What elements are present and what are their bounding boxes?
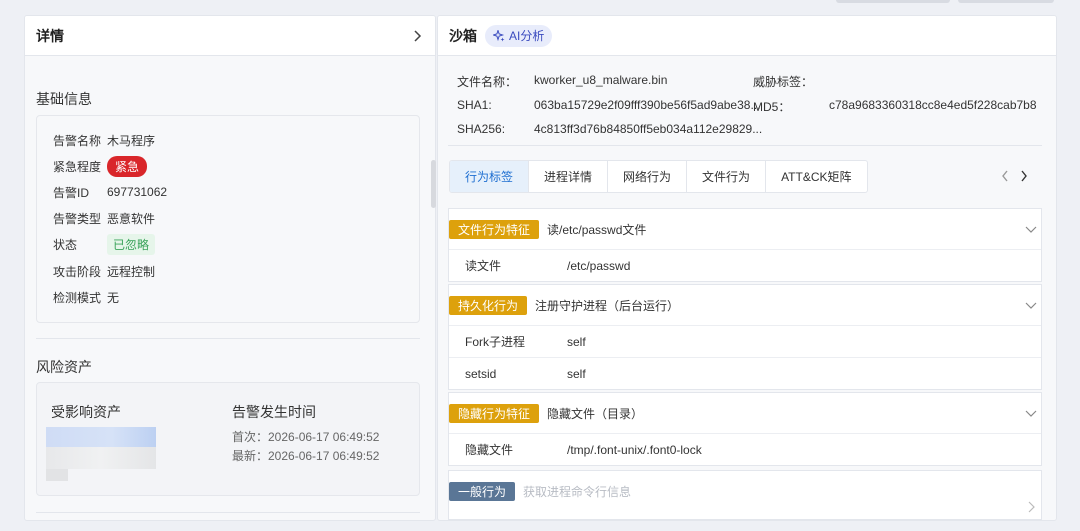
behavior-row: Fork子进程 self	[449, 325, 1041, 357]
behavior-group-title: 注册守护进程（后台运行）	[535, 298, 680, 313]
meta-divider	[448, 145, 1042, 146]
info-key: 紧急程度	[53, 159, 102, 174]
top-button-2[interactable]	[958, 0, 1054, 3]
info-key: 告警ID	[53, 185, 90, 200]
sha256-key: SHA256:	[457, 122, 506, 136]
md5-key: MD5：	[753, 100, 791, 114]
risk-assets-title: 风险资产	[36, 359, 92, 375]
tab-file-behavior[interactable]: 文件行为	[687, 161, 767, 192]
chevron-right-icon[interactable]	[410, 29, 424, 43]
info-value: 木马程序	[107, 133, 156, 148]
sandbox-title: 沙箱	[449, 27, 477, 44]
behavior-group: 一般行为 获取进程命令行信息	[448, 470, 1042, 520]
sandbox-panel: 沙箱 AI分析 文件名称： kworker_u8_malware.bin 威胁标…	[437, 15, 1057, 521]
chevron-left-icon[interactable]	[998, 168, 1012, 184]
behavior-group: 持久化行为 注册守护进程（后台运行） Fork子进程 self setsid s…	[448, 284, 1042, 390]
behavior-group: 隐藏行为特征 隐藏文件（目录） 隐藏文件 /tmp/.font-unix/.fo…	[448, 392, 1042, 466]
sha1-value: 063ba15729e2f09fff390be56f5ad9abe38...	[534, 98, 761, 112]
behavior-group-header[interactable]: 一般行为 获取进程命令行信息	[449, 471, 1041, 513]
detail-panel: 详情 基础信息 告警名称 木马程序 紧急程度 紧急 告警ID 697731062…	[24, 15, 436, 521]
behavior-row: setsid self	[449, 357, 1041, 389]
sandbox-header: 沙箱 AI分析	[438, 16, 1056, 56]
sha1-key: SHA1:	[457, 98, 492, 112]
tab-attck-matrix[interactable]: ATT&CK矩阵	[766, 161, 866, 192]
info-value: 无	[107, 290, 120, 305]
status-badge: 已忽略	[107, 233, 156, 255]
filename-value: kworker_u8_malware.bin	[534, 73, 668, 87]
latest-seen-time: 最新：2026-06-17 06:49:52	[232, 449, 380, 463]
info-row-alert-type: 告警类型 恶意软件	[53, 208, 155, 228]
chevron-down-icon[interactable]	[1025, 223, 1037, 235]
sandbox-tabs: 行为标签 进程详情 网络行为 文件行为 ATT&CK矩阵	[449, 160, 868, 193]
detail-title: 详情	[36, 27, 64, 44]
info-key: 告警类型	[53, 211, 102, 226]
behavior-row-value: self	[567, 366, 586, 381]
info-row-detect-mode: 检测模式 无	[53, 287, 119, 307]
redacted-asset-image	[46, 469, 68, 481]
behavior-tag: 一般行为	[449, 481, 516, 501]
threat-tags-key: 威胁标签：	[753, 75, 814, 89]
behavior-row-key: Fork子进程	[465, 335, 526, 349]
behavior-row: 隐藏文件 /tmp/.font-unix/.font0-lock	[449, 433, 1041, 465]
redacted-asset-image	[46, 427, 156, 447]
behavior-tag: 持久化行为	[449, 295, 528, 315]
section-divider	[36, 338, 420, 339]
top-button-1[interactable]	[836, 0, 950, 3]
chevron-right-icon[interactable]	[1017, 168, 1031, 184]
detail-header: 详情	[25, 16, 435, 56]
info-row-urgency: 紧急程度 紧急	[53, 155, 148, 177]
behavior-group-header[interactable]: 隐藏行为特征 隐藏文件（目录）	[449, 393, 1041, 433]
chevron-down-icon[interactable]	[1025, 299, 1037, 311]
basic-info-title: 基础信息	[36, 91, 92, 107]
left-scrollbar[interactable]	[431, 160, 436, 208]
behavior-group: 文件行为特征 读/etc/passwd文件 读文件 /etc/passwd	[448, 208, 1042, 282]
tab-network-behavior[interactable]: 网络行为	[608, 161, 688, 192]
md5-value: c78a9683360318cc8e4ed5f228cab7b8	[829, 98, 1037, 112]
risk-asset-card: 受影响资产 告警发生时间 首次：2026-06-17 06:49:52 最新：2…	[36, 382, 420, 496]
behavior-row-key: 读文件	[465, 259, 502, 273]
behavior-row: 读文件 /etc/passwd	[449, 249, 1041, 281]
behavior-row-key: setsid	[465, 366, 497, 381]
alert-time-label: 告警发生时间	[232, 404, 316, 420]
behavior-group-header[interactable]: 文件行为特征 读/etc/passwd文件	[449, 209, 1041, 249]
behavior-row-value: /etc/passwd	[567, 258, 631, 273]
info-value: 697731062	[107, 185, 168, 199]
section-divider	[36, 512, 420, 513]
info-key: 攻击阶段	[53, 264, 102, 279]
sha256-value: 4c813ff3d76b84850ff5eb034a112e29829...	[534, 122, 763, 136]
affected-assets-label: 受影响资产	[51, 404, 121, 420]
info-row-alert-name: 告警名称 木马程序	[53, 130, 155, 150]
behavior-group-title: 隐藏文件（目录）	[547, 406, 644, 421]
tab-process-details[interactable]: 进程详情	[529, 161, 609, 192]
urgency-badge: 紧急	[107, 155, 148, 177]
behavior-row-key: 隐藏文件	[465, 443, 514, 457]
ai-analysis-label: AI分析	[509, 29, 545, 43]
info-row-alert-id: 告警ID 697731062	[53, 182, 167, 202]
behavior-tag: 隐藏行为特征	[449, 403, 540, 423]
sparkle-icon	[493, 29, 505, 41]
first-seen-time: 首次：2026-06-17 06:49:52	[232, 430, 380, 444]
behavior-tag: 文件行为特征	[449, 219, 540, 239]
ai-analysis-button[interactable]: AI分析	[485, 24, 553, 47]
basic-info-card: 告警名称 木马程序 紧急程度 紧急 告警ID 697731062 告警类型 恶意…	[36, 115, 420, 323]
chevron-right-icon[interactable]	[1025, 501, 1037, 513]
info-row-attack-stage: 攻击阶段 远程控制	[53, 261, 155, 281]
behavior-group-title: 获取进程命令行信息	[523, 484, 632, 499]
info-value: 恶意软件	[107, 211, 156, 226]
info-key: 状态	[53, 237, 78, 252]
info-value: 远程控制	[107, 264, 156, 279]
behavior-group-header[interactable]: 持久化行为 注册守护进程（后台运行）	[449, 285, 1041, 325]
behavior-row-value: self	[567, 334, 586, 349]
behavior-group-title: 读/etc/passwd文件	[547, 222, 647, 237]
tab-behavior-tags[interactable]: 行为标签	[450, 161, 530, 192]
info-key: 告警名称	[53, 133, 102, 148]
behavior-row-value: /tmp/.font-unix/.font0-lock	[567, 442, 702, 457]
chevron-down-icon[interactable]	[1025, 407, 1037, 419]
info-row-status: 状态 已忽略	[53, 233, 156, 255]
filename-key: 文件名称：	[457, 75, 518, 89]
info-key: 检测模式	[53, 290, 102, 305]
redacted-asset-image	[46, 447, 156, 469]
